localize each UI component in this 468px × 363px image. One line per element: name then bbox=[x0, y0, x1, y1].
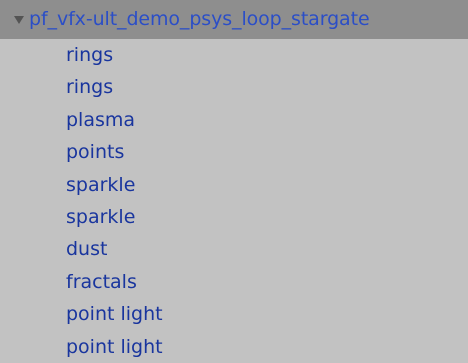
root-object-label: pf_vfx-ult_demo_psys_loop_stargate bbox=[29, 8, 370, 30]
child-object-list: rings rings plasma points sparkle sparkl… bbox=[0, 39, 468, 363]
hierarchy-child-item[interactable]: sparkle bbox=[0, 169, 468, 201]
hierarchy-child-item[interactable]: rings bbox=[0, 39, 468, 71]
fold-arrow-icon[interactable] bbox=[14, 15, 24, 24]
hierarchy-child-item[interactable]: point light bbox=[0, 298, 468, 330]
hierarchy-child-item[interactable]: dust bbox=[0, 233, 468, 265]
hierarchy-panel: pf_vfx-ult_demo_psys_loop_stargate rings… bbox=[0, 0, 468, 360]
hierarchy-child-item[interactable]: plasma bbox=[0, 104, 468, 136]
hierarchy-child-item[interactable]: sparkle bbox=[0, 201, 468, 233]
hierarchy-root-row[interactable]: pf_vfx-ult_demo_psys_loop_stargate bbox=[0, 0, 468, 39]
hierarchy-child-item[interactable]: fractals bbox=[0, 266, 468, 298]
hierarchy-child-item[interactable]: rings bbox=[0, 71, 468, 103]
hierarchy-child-item[interactable]: point light bbox=[0, 331, 468, 363]
hierarchy-child-item[interactable]: points bbox=[0, 136, 468, 168]
